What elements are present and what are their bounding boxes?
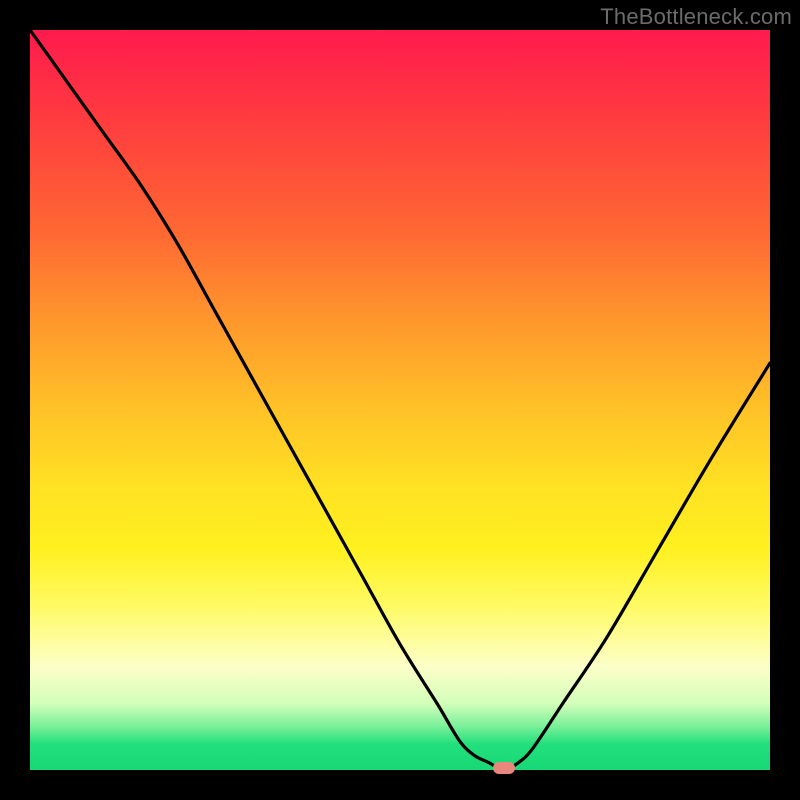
optimum-marker xyxy=(493,762,515,774)
watermark-text: TheBottleneck.com xyxy=(600,4,792,30)
plot-area xyxy=(30,30,770,770)
chart-frame: TheBottleneck.com xyxy=(0,0,800,800)
bottleneck-curve xyxy=(30,30,770,770)
